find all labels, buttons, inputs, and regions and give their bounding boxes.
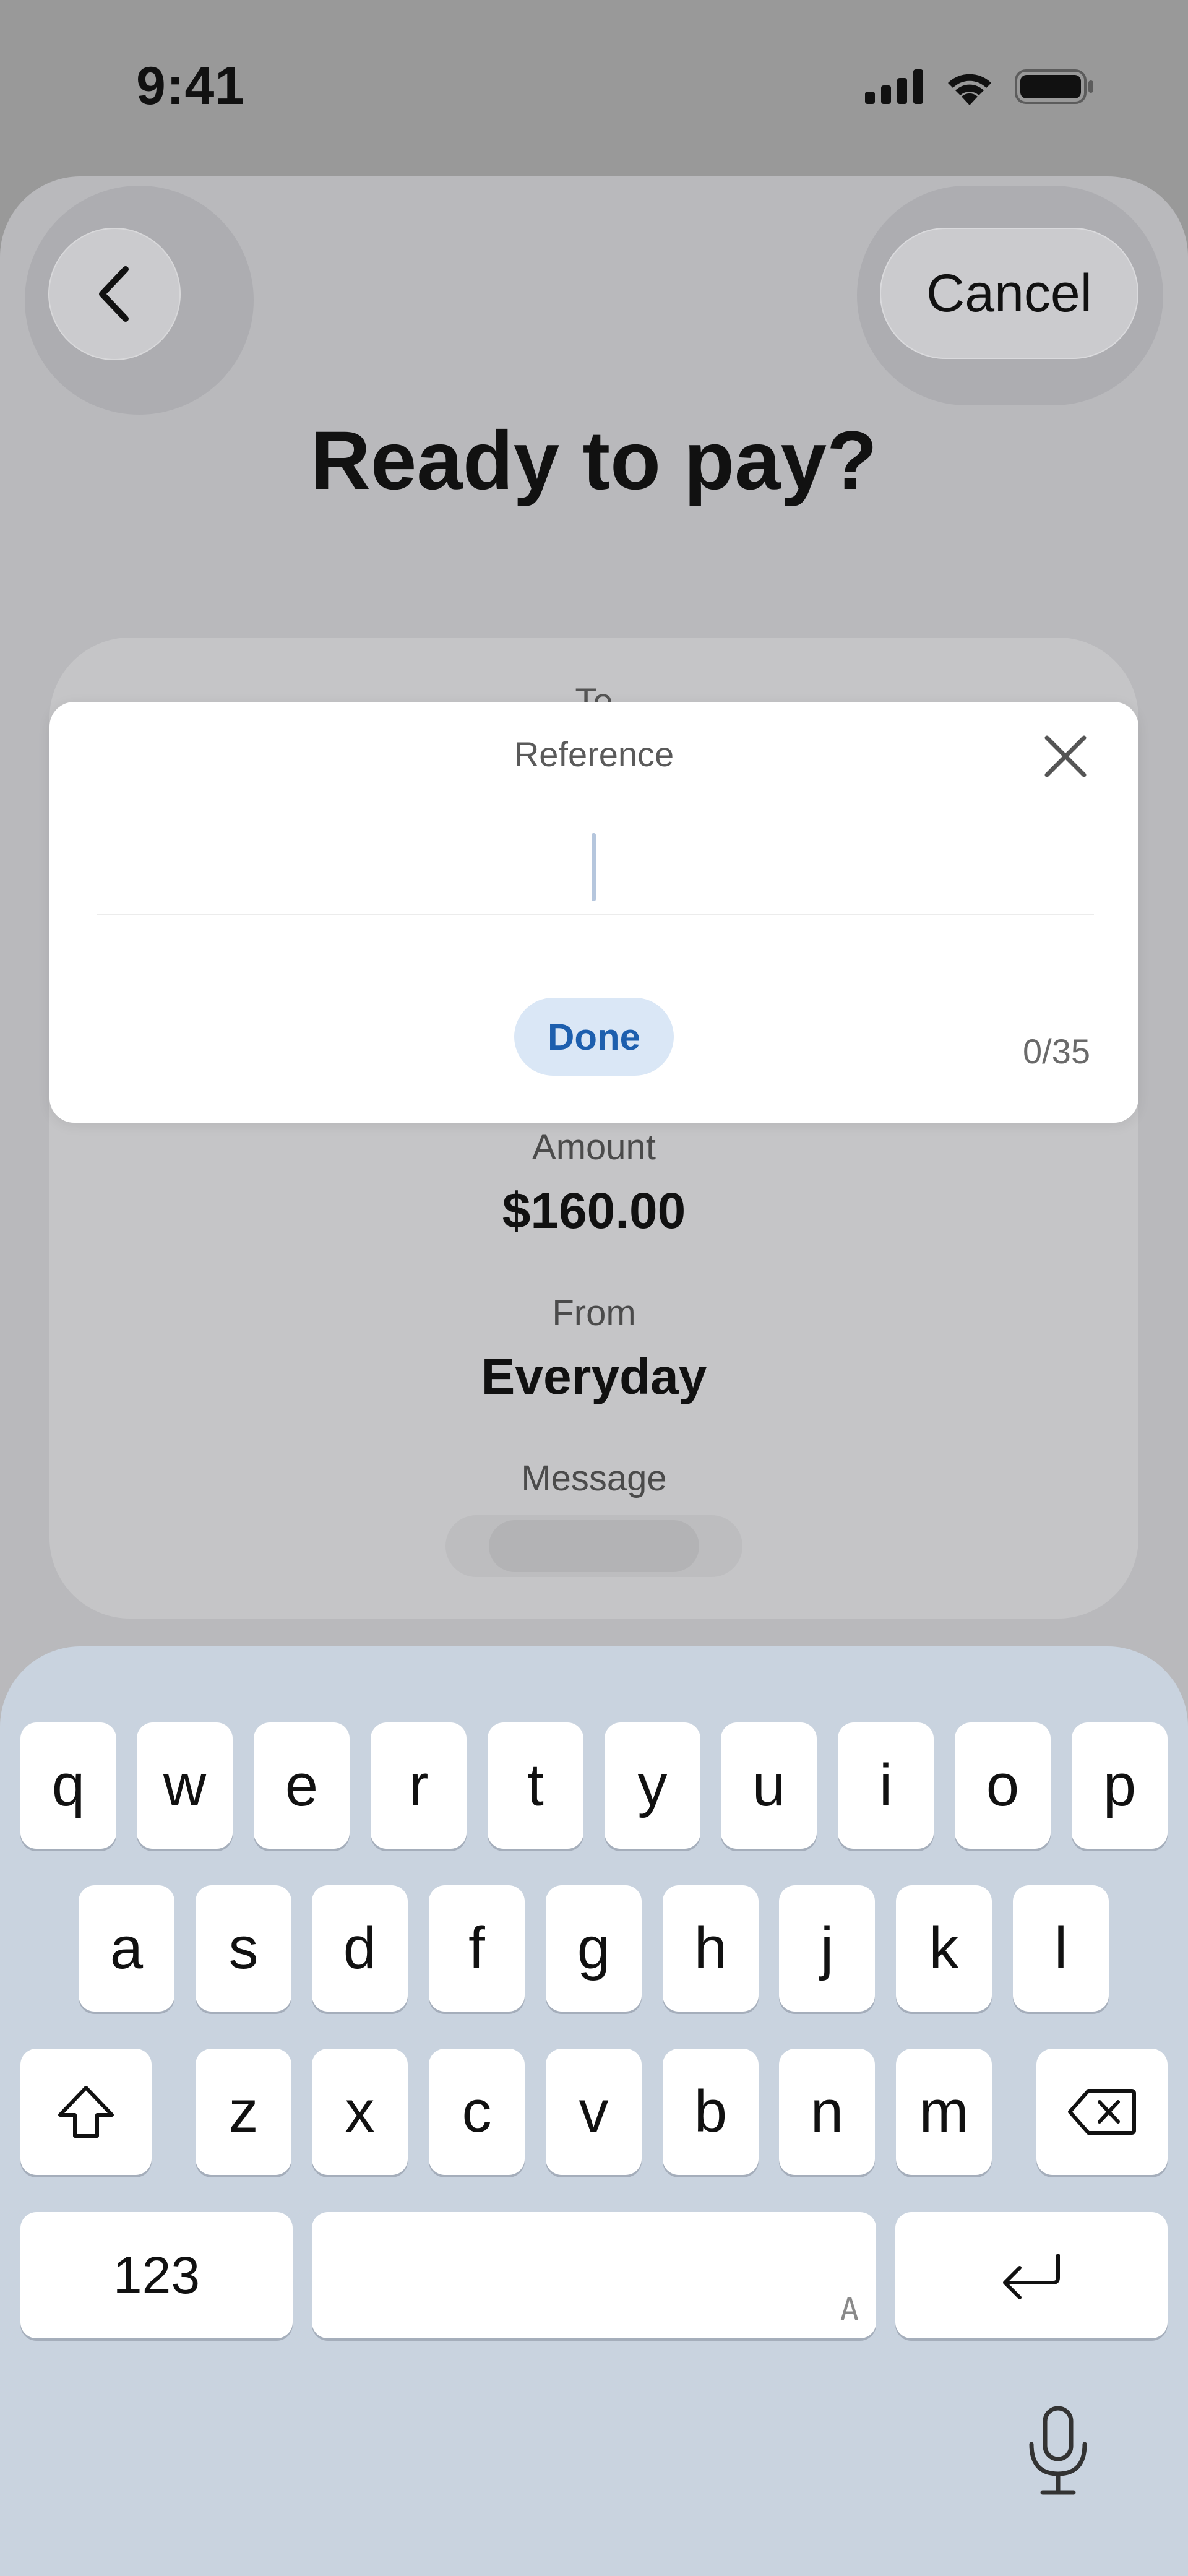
done-button[interactable]: Done: [514, 998, 674, 1076]
key-label: s: [228, 1915, 259, 1981]
key-label: w: [163, 1752, 207, 1818]
status-bar: 9:41: [0, 0, 1188, 176]
message-value-redacted: [446, 1515, 742, 1577]
battery-icon: [1015, 69, 1093, 104]
key-label: a: [110, 1915, 144, 1981]
key-label: o: [986, 1752, 1020, 1818]
dictation-button[interactable]: [1024, 2405, 1092, 2500]
key-h[interactable]: h: [663, 1885, 759, 2012]
microphone-icon: [1029, 2406, 1087, 2495]
key-z[interactable]: z: [196, 2049, 291, 2175]
key-label: c: [462, 2078, 492, 2145]
cancel-button[interactable]: Cancel: [880, 228, 1138, 359]
from-account-value: Everyday: [481, 1349, 707, 1405]
key-label: x: [345, 2078, 375, 2145]
key-label: g: [577, 1915, 611, 1981]
key-v[interactable]: v: [546, 2049, 642, 2175]
key-w[interactable]: w: [137, 1722, 233, 1849]
text-cursor: [592, 833, 596, 901]
close-icon: [1044, 735, 1087, 777]
numbers-key[interactable]: 123: [20, 2212, 293, 2338]
chevron-left-icon: [99, 266, 129, 322]
key-y[interactable]: y: [605, 1722, 700, 1849]
key-a[interactable]: a: [79, 1885, 174, 2012]
key-o[interactable]: o: [955, 1722, 1051, 1849]
status-icons: [865, 68, 1095, 105]
page-title: Ready to pay?: [311, 415, 877, 507]
key-label: d: [343, 1915, 377, 1981]
key-c[interactable]: c: [429, 2049, 525, 2175]
key-label: j: [820, 1915, 834, 1981]
amount-label: Amount: [532, 1127, 656, 1167]
key-i[interactable]: i: [838, 1722, 934, 1849]
key-label: k: [929, 1915, 959, 1981]
amount-value: $160.00: [502, 1183, 686, 1239]
key-l[interactable]: l: [1013, 1885, 1109, 2012]
status-time: 9:41: [136, 56, 246, 116]
key-label: m: [919, 2078, 969, 2145]
reference-modal: Reference Done 0/35: [50, 702, 1138, 1123]
key-u[interactable]: u: [721, 1722, 817, 1849]
return-key[interactable]: [895, 2212, 1168, 2338]
delete-key[interactable]: [1036, 2049, 1168, 2175]
back-button[interactable]: [48, 228, 181, 360]
backspace-icon: [1068, 2089, 1136, 2135]
key-label: i: [879, 1752, 893, 1818]
key-label: l: [1054, 1915, 1068, 1981]
return-icon: [1003, 2254, 1060, 2299]
key-label: y: [637, 1752, 668, 1818]
key-label: p: [1103, 1752, 1137, 1818]
wifi-icon: [948, 74, 991, 105]
key-b[interactable]: b: [663, 2049, 759, 2175]
key-p[interactable]: p: [1072, 1722, 1168, 1849]
key-e[interactable]: e: [254, 1722, 350, 1849]
key-label: u: [752, 1752, 786, 1818]
from-label: From: [552, 1293, 636, 1333]
key-n[interactable]: n: [779, 2049, 875, 2175]
key-label: v: [579, 2078, 609, 2145]
key-label: r: [408, 1752, 429, 1818]
key-label: h: [694, 1915, 728, 1981]
close-button[interactable]: [1035, 725, 1096, 787]
shift-icon: [58, 2086, 114, 2138]
key-label: b: [694, 2078, 728, 2145]
key-label: z: [228, 2078, 259, 2145]
key-k[interactable]: k: [896, 1885, 992, 2012]
key-s[interactable]: s: [196, 1885, 291, 2012]
cellular-signal-icon: [865, 69, 923, 104]
space-hint: A: [840, 2291, 859, 2327]
key-x[interactable]: x: [312, 2049, 408, 2175]
key-label: e: [285, 1752, 319, 1818]
key-q[interactable]: q: [20, 1722, 116, 1849]
key-t[interactable]: t: [488, 1722, 583, 1849]
key-label: 123: [113, 2245, 200, 2304]
key-r[interactable]: r: [371, 1722, 467, 1849]
key-d[interactable]: d: [312, 1885, 408, 2012]
shift-key[interactable]: [20, 2049, 152, 2175]
key-label: f: [468, 1915, 485, 1981]
key-label: t: [527, 1752, 544, 1818]
key-j[interactable]: j: [779, 1885, 875, 2012]
message-label: Message: [521, 1458, 667, 1498]
key-g[interactable]: g: [546, 1885, 642, 2012]
key-label: n: [810, 2078, 844, 2145]
key-m[interactable]: m: [896, 2049, 992, 2175]
key-f[interactable]: f: [429, 1885, 525, 2012]
reference-title: Reference: [514, 735, 674, 774]
key-label: q: [51, 1752, 85, 1818]
character-counter: 0/35: [1023, 1032, 1090, 1071]
space-key[interactable]: A: [312, 2212, 876, 2338]
